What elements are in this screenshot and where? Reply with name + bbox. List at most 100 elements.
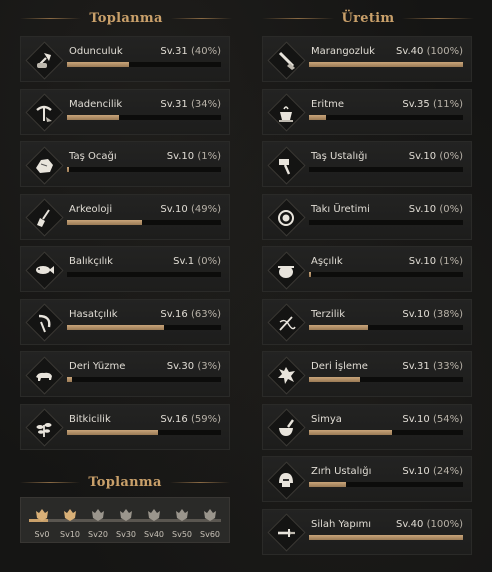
crafting-header: Üretim <box>262 8 474 28</box>
skill-percent: (0%) <box>439 203 463 215</box>
skill-row-gathering[interactable]: Hasatçılık Sv.16 (63%) <box>20 298 230 345</box>
skill-progress-bar <box>309 377 463 382</box>
skill-level: Sv.10 (38%) <box>402 309 463 320</box>
herb-icon <box>36 422 52 437</box>
skill-progress-fill <box>67 167 69 172</box>
skill-level: Sv.10 (0%) <box>409 151 463 162</box>
skill-level: Sv.10 (49%) <box>160 204 221 215</box>
skill-icon-frame <box>266 145 306 185</box>
skill-percent: (49%) <box>190 203 221 215</box>
skill-progress-bar <box>67 114 221 120</box>
skill-row-crafting[interactable]: Takı Üretimi Sv.10 (0%) <box>262 193 472 240</box>
skill-row-crafting[interactable]: Terzilik Sv.10 (38%) <box>262 298 472 345</box>
skill-progress-fill <box>67 429 158 435</box>
skill-percent: (0%) <box>439 151 463 162</box>
skill-row-crafting[interactable]: Simya Sv.10 (54%) <box>262 403 472 450</box>
skill-icon-frame <box>24 40 64 80</box>
tier-label: Sv50 <box>172 530 192 539</box>
skill-row-crafting[interactable]: Aşçılık Sv.10 (1%) <box>262 246 472 292</box>
tier-label: Sv0 <box>34 530 50 539</box>
skill-icon-frame <box>266 513 306 552</box>
skill-progress-fill <box>309 482 346 487</box>
unlocked-emblem-icon <box>64 509 76 521</box>
skill-name: Silah Yapımı <box>311 518 372 530</box>
skill-icon-frame <box>266 40 306 80</box>
skill-level: Sv.10 (24%) <box>402 466 463 477</box>
skill-name: Zırh Ustalığı <box>311 466 372 477</box>
skill-percent: (34%) <box>190 98 221 110</box>
skill-level-value: Sv.10 <box>402 413 430 425</box>
skill-name: Deri Yüzme <box>69 361 126 372</box>
skill-level-value: Sv.40 <box>396 46 424 57</box>
skill-row-crafting[interactable]: Zırh Ustalığı Sv.10 (24%) <box>262 456 472 502</box>
locked-emblem-icon <box>148 509 160 521</box>
skill-percent: (1%) <box>439 256 463 267</box>
skill-row-crafting[interactable]: Silah Yapımı Sv.40 (100%) <box>262 508 472 555</box>
skill-name: Terzilik <box>311 308 346 320</box>
skill-row-gathering[interactable]: Taş Ocağı Sv.10 (1%) <box>20 141 230 187</box>
gathering-header: Toplanma <box>20 8 232 28</box>
tier-header: Toplanma <box>20 472 230 492</box>
skill-row-crafting[interactable]: Eritme Sv.35 (11%) <box>262 88 472 135</box>
skill-icon-frame <box>266 250 306 290</box>
skill-level: Sv.35 (11%) <box>402 99 463 110</box>
locked-emblem-icon <box>204 509 216 521</box>
skill-row-gathering[interactable]: Madencilik Sv.31 (34%) <box>20 88 230 135</box>
skill-row-gathering[interactable]: Arkeoloji Sv.10 (49%) <box>20 193 230 240</box>
skill-progress-bar <box>309 114 463 120</box>
skill-percent: (1%) <box>197 151 221 162</box>
skill-name: Eritme <box>311 98 345 110</box>
skill-progress-bar <box>309 167 463 172</box>
skill-row-crafting[interactable]: Taş Ustalığı Sv.10 (0%) <box>262 141 472 187</box>
unlocked-emblem-icon <box>36 509 48 521</box>
skill-level-value: Sv.31 <box>160 46 188 57</box>
pickaxe-icon <box>36 105 52 122</box>
skill-level: Sv.40 (100%) <box>396 519 463 530</box>
skill-percent: (38%) <box>432 308 463 320</box>
skill-level-value: Sv.16 <box>160 413 188 425</box>
header-divider <box>169 481 230 483</box>
skill-progress-bar <box>309 62 463 67</box>
skill-icon-frame <box>266 408 306 447</box>
tier-marker: Sv30 <box>113 508 139 539</box>
header-divider <box>20 17 82 19</box>
skill-progress-bar <box>67 272 221 277</box>
skill-progress-fill <box>309 272 311 277</box>
stone-icon <box>36 159 53 173</box>
skill-progress-bar <box>67 377 221 382</box>
skill-level: Sv.10 (0%) <box>409 204 463 215</box>
skill-name: Aşçılık <box>311 256 343 267</box>
skill-row-crafting[interactable]: Marangozluk Sv.40 (100%) <box>262 36 472 82</box>
tier-marker: Sv20 <box>85 508 111 539</box>
fish-icon <box>36 266 54 274</box>
crafting-title: Üretim <box>341 10 395 26</box>
skill-level-value: Sv.40 <box>396 518 424 530</box>
skill-percent: (40%) <box>190 46 221 57</box>
skill-level: Sv.31 (33%) <box>402 361 463 372</box>
skill-percent: (54%) <box>432 413 463 425</box>
skill-level-value: Sv.10 <box>160 203 188 215</box>
skill-progress-fill <box>67 62 129 67</box>
skill-row-gathering[interactable]: Balıkçılık Sv.1 (0%) <box>20 246 230 292</box>
skill-name: Takı Üretimi <box>311 203 370 215</box>
skill-name: Arkeoloji <box>69 203 113 215</box>
skill-row-gathering[interactable]: Odunculuk Sv.31 (40%) <box>20 36 230 82</box>
skill-level: Sv.16 (59%) <box>160 414 221 425</box>
skill-row-crafting[interactable]: Deri İşleme Sv.31 (33%) <box>262 351 472 397</box>
sword-icon <box>278 528 295 537</box>
helmet-icon <box>279 473 293 487</box>
skill-progress-bar <box>67 167 221 172</box>
skill-icon-frame <box>24 355 64 395</box>
skill-row-gathering[interactable]: Deri Yüzme Sv.30 (3%) <box>20 351 230 397</box>
skill-percent: (33%) <box>432 361 463 372</box>
skill-progress-bar <box>67 219 221 225</box>
skill-row-gathering[interactable]: Bitkicilik Sv.16 (59%) <box>20 403 230 450</box>
skill-percent: (11%) <box>432 98 463 110</box>
skill-name: Deri İşleme <box>311 361 368 372</box>
skill-level: Sv.16 (63%) <box>160 309 221 320</box>
skill-progress-bar <box>67 429 221 435</box>
skill-level: Sv.1 (0%) <box>173 256 221 267</box>
skill-name: Hasatçılık <box>69 308 118 320</box>
skill-progress-bar <box>309 272 463 277</box>
skill-progress-bar <box>309 534 463 540</box>
